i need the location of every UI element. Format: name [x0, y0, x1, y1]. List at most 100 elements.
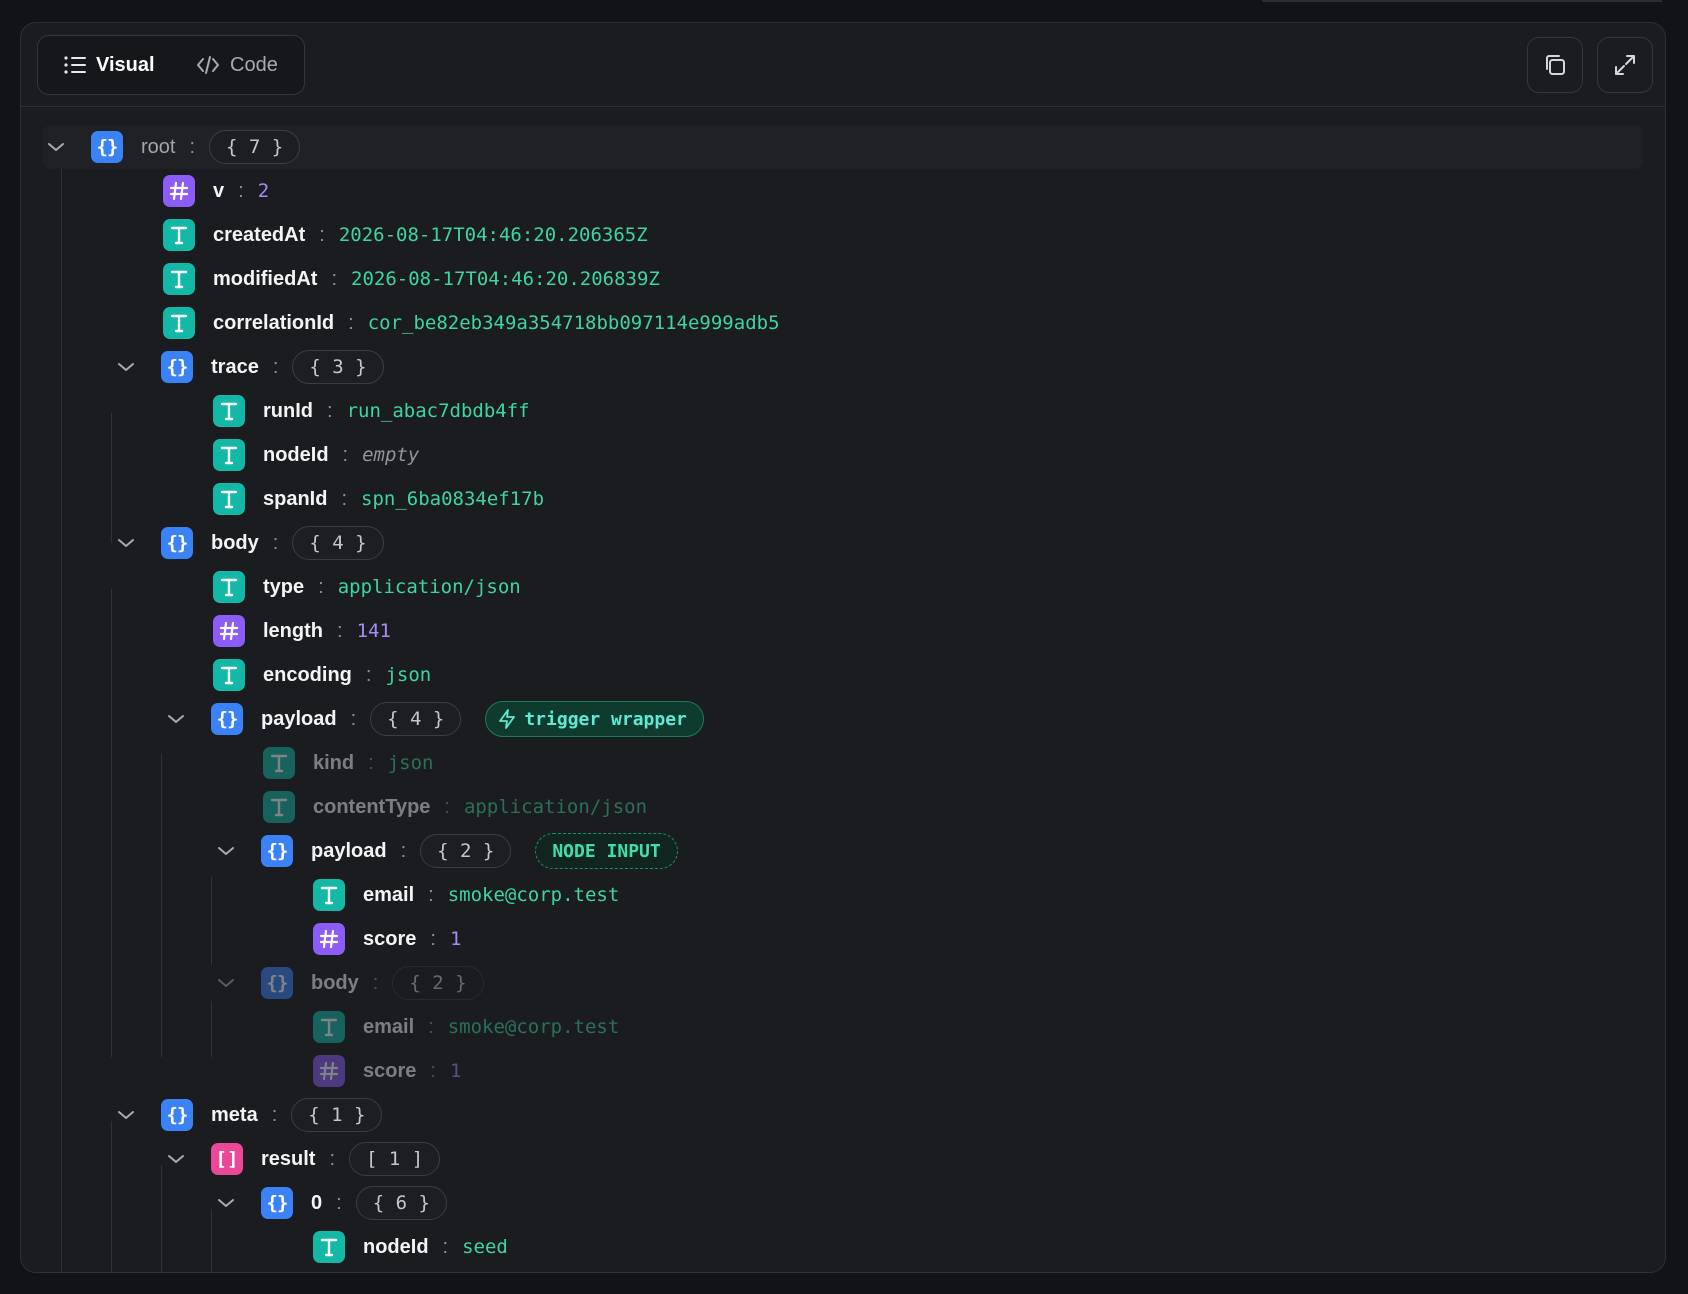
child-count-badge: { 2 } — [392, 966, 484, 1000]
separator: : — [319, 223, 325, 246]
node-key: meta — [211, 1103, 258, 1126]
node-key: payload — [261, 707, 337, 730]
tree-node-result-item-0[interactable]: {} 0 : { 6 } — [215, 1181, 447, 1225]
tree-guide — [111, 1121, 112, 1272]
tree-leaf-contenttype[interactable]: contentType : application/json — [263, 785, 647, 829]
tree-leaf-spanid[interactable]: spanId : spn_6ba0834ef17b — [213, 477, 544, 521]
code-tab[interactable]: Code — [196, 36, 278, 94]
separator: : — [342, 443, 349, 466]
separator: : — [442, 1235, 449, 1258]
child-count-badge: { 6 } — [355, 1186, 447, 1220]
chevron-down-icon[interactable] — [115, 356, 137, 378]
tree-guide — [111, 589, 112, 1057]
child-count-badge: { 4 } — [292, 526, 384, 560]
expand-button[interactable] — [1597, 37, 1653, 93]
tree-leaf-correlationid[interactable]: correlationId : cor_be82eb349a354718bb09… — [163, 301, 780, 345]
string-type-icon — [163, 263, 195, 295]
chevron-down-icon[interactable] — [45, 136, 67, 158]
tree-leaf-length[interactable]: length : 141 — [213, 609, 391, 653]
node-key: score — [363, 1059, 417, 1082]
tree-leaf-kind[interactable]: kind : json — [263, 741, 433, 785]
node-value: spn_6ba0834ef17b — [361, 488, 545, 510]
viewer-toolbar: Visual Code — [21, 23, 1665, 107]
child-count-badge: { 2 } — [420, 834, 512, 868]
node-value: cor_be82eb349a354718bb097114e999adb5 — [367, 312, 780, 334]
node-key: contentType — [313, 795, 431, 818]
tree-leaf-type[interactable]: type : application/json — [213, 565, 521, 609]
lightning-icon — [499, 709, 516, 729]
copy-icon — [1546, 55, 1565, 75]
chevron-down-icon[interactable] — [115, 1104, 137, 1126]
tree-node-inner-body[interactable]: {} body : { 2 } — [215, 961, 484, 1005]
separator: : — [400, 839, 407, 862]
object-type-icon: {} — [161, 351, 193, 383]
separator: : — [327, 399, 333, 422]
view-mode-toggle: Visual Code — [37, 35, 305, 95]
node-key: modifiedAt — [213, 267, 318, 290]
tree-leaf-v[interactable]: v : 2 — [163, 169, 269, 213]
trigger-wrapper-badge: trigger wrapper — [485, 701, 704, 737]
node-key: root — [141, 135, 176, 158]
tree-leaf-createdat[interactable]: createdAt : 2026-08-17T04:46:20.206365Z — [163, 213, 648, 257]
tree-leaf-encoding[interactable]: encoding : json — [213, 653, 431, 697]
object-type-icon: {} — [261, 835, 293, 867]
tree-node-meta[interactable]: {} meta : { 1 } — [115, 1093, 383, 1137]
number-type-icon — [213, 615, 245, 647]
number-type-icon — [313, 1055, 345, 1087]
tree-leaf-score[interactable]: score : 1 — [313, 1049, 461, 1093]
node-input-badge: NODE INPUT — [535, 833, 678, 869]
tree-node-payload[interactable]: {} payload : { 4 } trigger wrapper — [165, 697, 704, 741]
node-key: email — [363, 1015, 415, 1038]
tree-leaf-email[interactable]: email : smoke@corp.test — [313, 1005, 619, 1049]
tree-guide — [111, 413, 112, 543]
tree-guide — [211, 1209, 212, 1272]
string-type-icon — [213, 659, 245, 691]
tree-node-trace[interactable]: {} trace : { 3 } — [115, 345, 384, 389]
node-key: type — [263, 575, 305, 598]
separator: : — [272, 355, 279, 378]
object-type-icon: {} — [91, 131, 123, 163]
tree-leaf-nodeid[interactable]: nodeId : seed — [313, 1225, 508, 1269]
chevron-down-icon[interactable] — [165, 1148, 187, 1170]
tree-leaf-runid[interactable]: runId : run_abac7dbdb4ff — [213, 389, 530, 433]
tree-leaf-score[interactable]: score : 1 — [313, 917, 461, 961]
string-type-icon — [163, 307, 195, 339]
separator: : — [337, 619, 343, 642]
copy-button[interactable] — [1527, 37, 1583, 93]
top-divider — [1262, 0, 1662, 2]
tree-node-root[interactable]: {} root : { 7 } — [45, 125, 301, 169]
node-key: spanId — [263, 487, 328, 510]
chevron-down-icon[interactable] — [215, 840, 237, 862]
string-type-icon — [213, 439, 245, 471]
separator: : — [444, 795, 450, 818]
separator: : — [336, 1191, 342, 1214]
node-key: result — [261, 1147, 316, 1170]
node-key: nodeId — [263, 443, 329, 466]
string-type-icon — [263, 791, 295, 823]
chevron-down-icon[interactable] — [165, 708, 187, 730]
child-count-badge: { 3 } — [292, 350, 384, 384]
child-count-badge: { 1 } — [291, 1098, 383, 1132]
tree-node-inner-payload[interactable]: {} payload : { 2 } NODE INPUT — [215, 829, 678, 873]
node-key: correlationId — [213, 311, 335, 334]
chevron-down-icon[interactable] — [115, 532, 137, 554]
tree-leaf-modifiedat[interactable]: modifiedAt : 2026-08-17T04:46:20.206839Z — [163, 257, 660, 301]
tree-node-result[interactable]: [] result : [ 1 ] — [165, 1137, 441, 1181]
string-type-icon — [313, 1231, 345, 1263]
node-value: run_abac7dbdb4ff — [346, 400, 530, 422]
node-key: payload — [311, 839, 387, 862]
chevron-down-icon[interactable] — [215, 972, 237, 994]
visual-tab[interactable]: Visual — [64, 36, 155, 94]
tree-guide — [211, 1001, 212, 1057]
tree-node-body[interactable]: {} body : { 4 } — [115, 521, 384, 565]
separator: : — [372, 971, 379, 994]
node-value: smoke@corp.test — [447, 884, 620, 906]
tree-leaf-email[interactable]: email : smoke@corp.test — [313, 873, 619, 917]
tree-leaf-nodeid[interactable]: nodeId : empty — [213, 433, 419, 477]
node-value: 141 — [356, 620, 391, 642]
node-key: encoding — [263, 663, 352, 686]
node-key: trace — [211, 355, 259, 378]
chevron-down-icon[interactable] — [215, 1192, 237, 1214]
string-type-icon — [213, 571, 245, 603]
node-value: application/json — [337, 576, 521, 598]
